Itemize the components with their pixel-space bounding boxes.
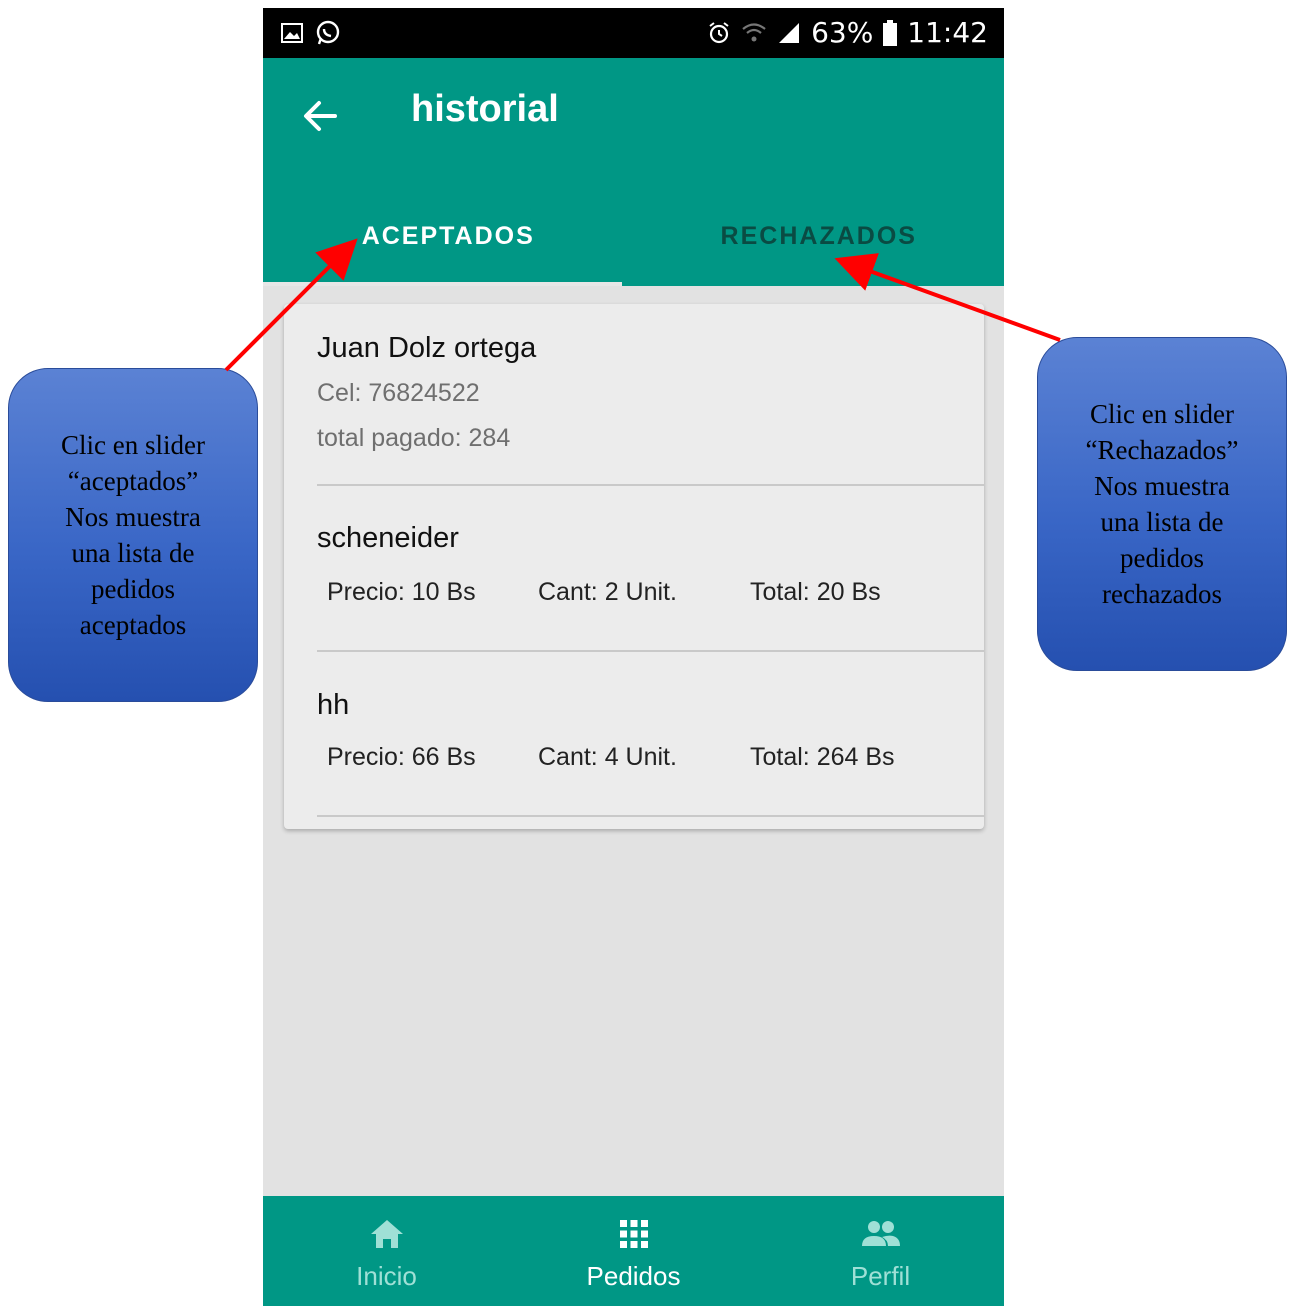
divider [317, 484, 984, 486]
whatsapp-icon [316, 20, 340, 45]
nav-pedidos[interactable]: Pedidos [510, 1196, 757, 1306]
nav-perfil[interactable]: Perfil [757, 1196, 1004, 1306]
home-icon [370, 1220, 403, 1248]
divider [317, 650, 984, 652]
customer-name: Juan Dolz ortega [317, 332, 537, 364]
app-bar: historial ACEPTADOS RECHAZADOS [263, 58, 1004, 286]
grid-icon [619, 1220, 648, 1248]
signal-icon [779, 22, 800, 43]
item-price: Precio: 66 Bs [327, 743, 476, 771]
nav-perfil-label: Perfil [850, 1261, 911, 1291]
tab-bar: ACEPTADOS RECHAZADOS [263, 198, 1004, 286]
divider [317, 815, 984, 817]
tab-indicator [263, 282, 622, 286]
tab-aceptados[interactable]: ACEPTADOS [263, 198, 634, 286]
wifi-icon [742, 22, 766, 41]
annotation-text: Clic en slider “Rechazados” Nos muestra … [1085, 399, 1239, 609]
annotation-callout-rechazados: Clic en slider “Rechazados” Nos muestra … [1037, 337, 1287, 671]
status-right-icons: 63% 11:42 [707, 16, 988, 49]
status-left-icons [281, 20, 341, 46]
tab-rechazados[interactable]: RECHAZADOS [634, 198, 1005, 286]
item-quantity: Cant: 4 Unit. [538, 743, 677, 771]
tab-rechazados-label: RECHAZADOS [720, 222, 917, 250]
battery-icon [883, 19, 898, 46]
battery-percent: 63% [811, 16, 874, 49]
item-name: scheneider [317, 522, 459, 554]
alarm-icon [709, 21, 729, 43]
nav-inicio[interactable]: Inicio [263, 1196, 510, 1306]
back-arrow-icon[interactable] [299, 94, 343, 138]
bottom-navigation: Inicio Pedidos Perfil [263, 1196, 1004, 1306]
phone-screen: 63% 11:42 historial ACEPTADOS RECHAZADOS… [263, 8, 1004, 1306]
total-paid: total pagado: 284 [317, 424, 511, 452]
people-icon [861, 1221, 900, 1246]
nav-inicio-label: Inicio [356, 1261, 417, 1291]
item-quantity: Cant: 2 Unit. [538, 578, 677, 606]
tab-aceptados-label: ACEPTADOS [361, 222, 535, 250]
order-card[interactable]: Juan Dolz ortega Cel: 76824522 total pag… [284, 304, 984, 829]
item-name: hh [317, 689, 350, 721]
clock: 11:42 [907, 16, 988, 49]
nav-pedidos-label: Pedidos [586, 1261, 681, 1291]
item-total: Total: 20 Bs [750, 578, 881, 606]
annotation-text: Clic en slider “aceptados” Nos muestra u… [61, 430, 205, 640]
item-total: Total: 264 Bs [750, 743, 895, 771]
status-bar: 63% 11:42 [263, 8, 1004, 58]
page-title: historial [411, 88, 559, 130]
item-price: Precio: 10 Bs [327, 578, 476, 606]
customer-phone: Cel: 76824522 [317, 379, 480, 407]
gallery-icon [281, 23, 303, 43]
annotation-callout-aceptados: Clic en slider “aceptados” Nos muestra u… [8, 368, 258, 702]
